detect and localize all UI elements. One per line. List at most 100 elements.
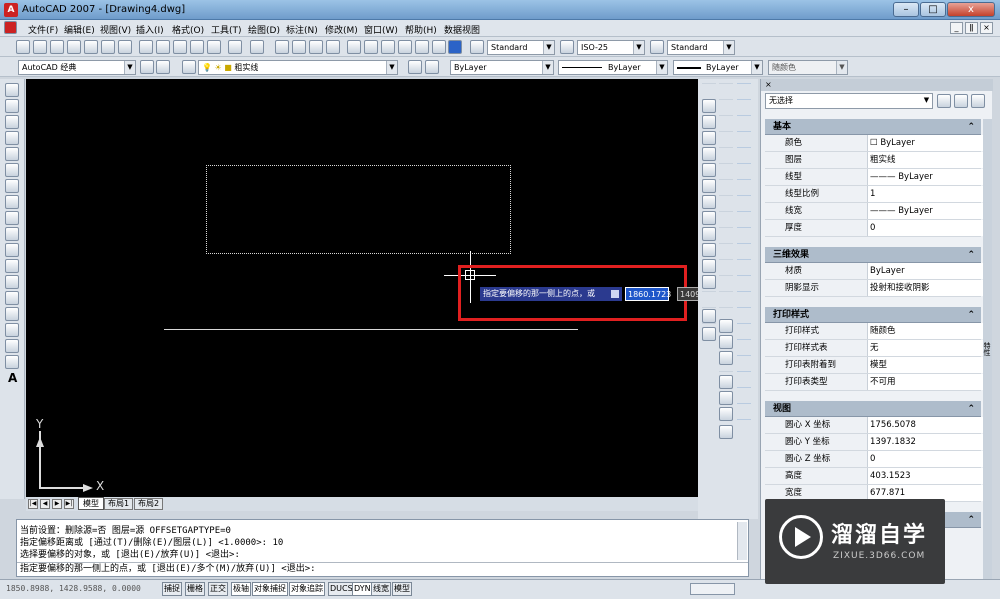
collapse-icon[interactable]: ⌃ (967, 401, 975, 417)
property-row[interactable]: 打印表附着到 模型 (765, 357, 983, 374)
dim-style-select[interactable]: ISO-25 ▼ (577, 40, 645, 55)
tab-layout2[interactable]: 布局2 (134, 498, 164, 510)
tab-layout1[interactable]: 布局1 (104, 498, 134, 510)
help-icon[interactable] (448, 40, 462, 54)
property-row[interactable]: 打印样式表无 (765, 340, 983, 357)
copy-icon[interactable] (156, 40, 170, 54)
block-editor-icon[interactable] (207, 40, 221, 54)
color-select[interactable]: ByLayer ▼ (450, 60, 554, 75)
spline-icon[interactable] (5, 211, 19, 225)
properties-icon[interactable] (347, 40, 361, 54)
match-properties-icon[interactable] (190, 40, 204, 54)
property-row[interactable]: 打印样式 随颜色 (765, 323, 983, 340)
publish-icon[interactable] (101, 40, 115, 54)
polyline-icon[interactable] (5, 115, 19, 129)
plot-style-select[interactable]: 随颜色 ▼ (768, 60, 848, 75)
workspace-save-icon[interactable] (156, 60, 170, 74)
pan-icon[interactable] (275, 40, 289, 54)
menu-tools[interactable]: 工具(T) (211, 23, 242, 36)
ortho-toggle[interactable]: 正交 (208, 582, 228, 596)
collapse-icon[interactable]: ⌃ (967, 247, 975, 263)
maximize-button[interactable]: □ (920, 2, 946, 17)
extend-icon[interactable] (702, 259, 716, 273)
modify-toolbar-column[interactable] (719, 83, 733, 423)
copy-object-icon[interactable] (702, 115, 716, 129)
save-icon[interactable] (50, 40, 64, 54)
3d-toolbar-column[interactable] (737, 83, 751, 423)
dim-style-icon[interactable] (560, 40, 574, 54)
view-slider[interactable] (690, 583, 735, 595)
insert-block-icon[interactable] (5, 259, 19, 273)
undo-icon[interactable] (228, 40, 242, 54)
line-icon[interactable] (5, 83, 19, 97)
last-tab-icon[interactable]: ▶| (64, 499, 74, 509)
rectangle-icon[interactable] (5, 147, 19, 161)
section-header-general[interactable]: 基本 ⌃ (765, 119, 981, 135)
layer-previous-icon[interactable] (425, 60, 439, 74)
menu-modify[interactable]: 修改(M) (325, 23, 358, 36)
lineweight-toggle[interactable]: 线宽 (371, 582, 391, 596)
command-scrollbar[interactable] (737, 522, 747, 560)
property-row[interactable]: 颜色 ☐ ByLayer (765, 135, 983, 152)
menu-help[interactable]: 帮助(H) (405, 23, 437, 36)
sheet-set-icon[interactable] (398, 40, 412, 54)
osnap-toggle[interactable]: 对象捕捉 (252, 582, 288, 596)
grid-toggle[interactable]: 栅格 (185, 582, 205, 596)
property-row[interactable]: 阴影显示 投射和接收阴影 (765, 280, 983, 297)
mdi-restore-button[interactable]: ǁ (965, 22, 978, 34)
layer-manager-icon[interactable] (182, 60, 196, 74)
paste-icon[interactable] (173, 40, 187, 54)
drawn-line[interactable] (164, 329, 578, 330)
region-icon[interactable] (5, 339, 19, 353)
calculator-icon[interactable] (432, 40, 446, 54)
property-row[interactable]: 高度 403.1523 (765, 468, 983, 485)
autocad-logo-icon[interactable]: A (4, 3, 18, 17)
property-row[interactable]: 圆心 Y 坐标 1397.1832 (765, 434, 983, 451)
plot-preview-icon[interactable] (84, 40, 98, 54)
prev-tab-icon[interactable]: ◀ (40, 499, 50, 509)
toggle-pickadd-icon[interactable] (937, 94, 951, 108)
property-row[interactable]: 线型 ——— ByLayer (765, 169, 983, 186)
menu-window[interactable]: 窗口(W) (364, 23, 398, 36)
minimize-button[interactable]: – (893, 2, 919, 17)
section-header-view[interactable]: 视图 ⌃ (765, 401, 981, 417)
property-row[interactable]: 线宽 ——— ByLayer (765, 203, 983, 220)
model-toggle[interactable]: 模型 (392, 582, 412, 596)
dim-text-icon[interactable] (719, 319, 733, 333)
polar-toggle[interactable]: 极轴 (231, 582, 251, 596)
command-line[interactable]: 当前设置：删除源=否 图层=源 OFFSETGAPTYPE=0 指定偏移距离或 … (16, 519, 749, 577)
cut-icon[interactable] (139, 40, 153, 54)
menu-file[interactable]: 文件(F) (28, 23, 58, 36)
erase-icon[interactable] (702, 99, 716, 113)
property-row[interactable]: 厚度 0 (765, 220, 983, 237)
dyn-toggle[interactable]: DYN (352, 582, 373, 596)
dim-edit-icon[interactable] (719, 335, 733, 349)
text-style-icon[interactable] (470, 40, 484, 54)
menu-format[interactable]: 格式(O) (172, 23, 204, 36)
selected-rectangle[interactable] (206, 165, 511, 254)
plot-icon[interactable] (67, 40, 81, 54)
mdi-close-button[interactable]: × (980, 22, 993, 34)
point-icon[interactable] (5, 291, 19, 305)
property-row[interactable]: 材质 ByLayer (765, 263, 983, 280)
section-header-plot-style[interactable]: 打印样式 ⌃ (765, 307, 981, 323)
make-block-icon[interactable] (5, 275, 19, 289)
menu-edit[interactable]: 编辑(E) (64, 23, 95, 36)
circle-icon[interactable] (5, 179, 19, 193)
offset-icon[interactable] (702, 147, 716, 161)
menu-insert[interactable]: 插入(I) (136, 23, 164, 36)
x-coordinate-input[interactable]: 1860.1723 (625, 287, 671, 301)
collapse-icon[interactable]: ⌃ (967, 512, 975, 528)
trim-icon[interactable] (702, 243, 716, 257)
property-row[interactable]: 圆心 X 坐标 1756.5078 (765, 417, 983, 434)
palette-side-label[interactable]: 特性 (983, 119, 992, 579)
3d-dwf-icon[interactable] (118, 40, 132, 54)
next-tab-icon[interactable]: ▶ (52, 499, 62, 509)
polygon-icon[interactable] (5, 131, 19, 145)
arc-icon[interactable] (5, 163, 19, 177)
otrack-toggle[interactable]: 对象追踪 (289, 582, 325, 596)
close-icon[interactable]: × (765, 80, 772, 89)
dim-update-icon[interactable] (719, 351, 733, 365)
named-views-icon[interactable] (719, 425, 733, 439)
fillet-icon[interactable] (702, 309, 716, 323)
